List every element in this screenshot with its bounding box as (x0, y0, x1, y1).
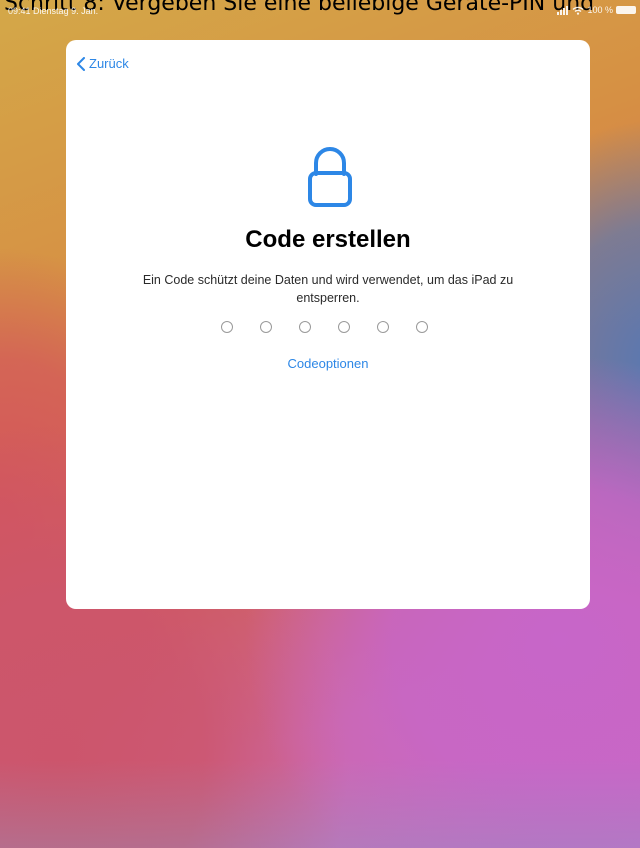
description-text: Ein Code schützt deine Daten und wird ve… (142, 273, 514, 305)
back-button[interactable]: Zurück (76, 56, 129, 71)
passcode-dot (416, 321, 428, 333)
chevron-left-icon (77, 56, 85, 71)
battery-percent: 100 % (587, 5, 613, 15)
passcode-setup-card: Zurück Code erstellen Ein Code schützt d… (66, 40, 590, 609)
wallpaper: 09:41 Dienstag 9. Jan. 100 % Zurück Code… (0, 0, 640, 848)
passcode-dots (221, 321, 428, 333)
lock-icon (308, 147, 352, 207)
signal-icon (557, 5, 569, 15)
status-date: Dienstag 9. Jan. (33, 6, 99, 16)
passcode-dot (377, 321, 389, 333)
status-left: 09:41 Dienstag 9. Jan. (8, 6, 98, 16)
passcode-dot (260, 321, 272, 333)
status-right: 100 % (557, 5, 636, 15)
passcode-dot (299, 321, 311, 333)
wifi-icon (572, 6, 584, 15)
passcode-dot (338, 321, 350, 333)
passcode-dot (221, 321, 233, 333)
status-time: 09:41 (8, 6, 31, 16)
code-options-link[interactable]: Codeoptionen (66, 356, 590, 371)
status-bar: 09:41 Dienstag 9. Jan. 100 % (0, 0, 640, 20)
page-title: Code erstellen (245, 226, 411, 253)
back-label: Zurück (89, 56, 129, 71)
battery-icon (616, 6, 636, 14)
